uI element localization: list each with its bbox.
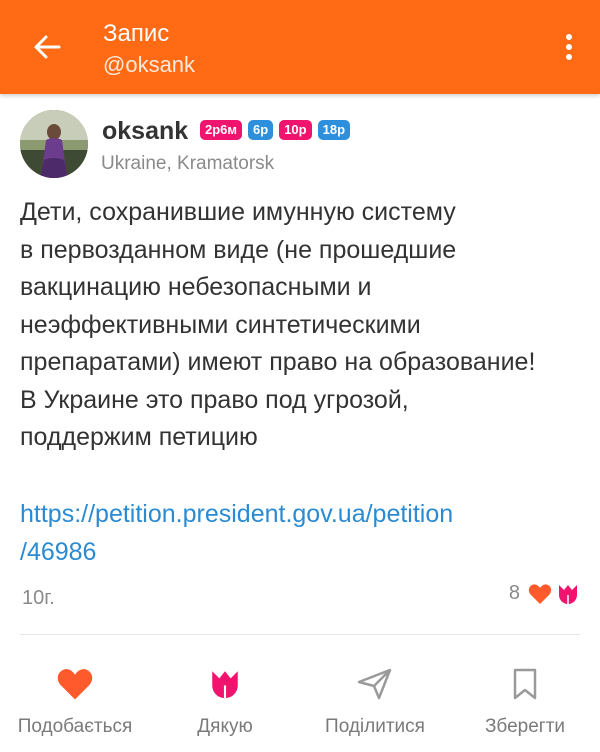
post-text-line: поддержим петицию [20,423,258,451]
post-text-line: Дети, сохранившие имунную систему [20,198,456,226]
badge-2r6m: 2р6м [200,120,243,140]
app-bar: Запис @oksank [0,0,600,94]
thanks-label: Дякую [197,716,253,737]
post-text-line: препаратами) имеют право на образование! [20,348,536,376]
post-age: 10г. [22,587,55,609]
link-line: /46986 [20,537,97,566]
post-text-line: вакцинацию небезопасными и [20,273,372,301]
page-title: Запис [103,20,170,47]
share-button[interactable]: Поділитися [300,662,450,738]
bookmark-icon [513,668,537,700]
title-block: Запис @oksank [103,20,195,79]
action-bar: Подобається Дякую Поділитися Зберегти [0,662,600,752]
like-button[interactable]: Подобається [0,662,150,738]
post-text: Дети, сохранившие имунную систему в перв… [20,194,590,457]
badge-18r: 18р [317,120,351,140]
heart-icon [57,669,93,700]
tulip-icon [212,671,238,699]
post-text-line: В Украине это право под угрозой, [20,385,409,414]
tulip-icon [559,584,577,604]
like-label: Подобається [17,716,133,737]
author-name[interactable]: oksank [102,116,188,146]
save-label: Зберегти [484,716,566,737]
avatar-image [20,110,88,178]
avatar[interactable] [20,110,88,178]
more-menu-button[interactable] [552,25,586,69]
author-location: Ukraine, Kramatorsk [101,153,275,174]
post-text-line: в первозданном виде (не прошедшие [20,235,457,264]
divider [20,634,580,635]
badges: 2р6м 6р 10р 18р [200,120,351,140]
reactions-summary[interactable]: 8 [509,582,580,605]
thanks-button[interactable]: Дякую [150,662,300,738]
page-subtitle: @oksank [103,52,196,77]
reaction-count: 8 [508,582,520,604]
heart-icon [528,583,552,604]
badge-10r: 10р [279,120,312,140]
post-text-line: неэффективными синтетическими [20,310,421,339]
more-vertical-icon [566,34,572,60]
petition-link[interactable]: https://petition.president.gov.ua/petiti… [20,496,580,571]
share-label: Поділитися [325,716,425,737]
back-button[interactable] [22,25,72,69]
arrow-left-icon [34,35,61,59]
save-button[interactable]: Зберегти [450,662,600,738]
link-line: https://petition.president.gov.ua/petiti… [20,500,454,528]
badge-6r: 6р [248,120,274,140]
share-send-icon [357,668,392,700]
